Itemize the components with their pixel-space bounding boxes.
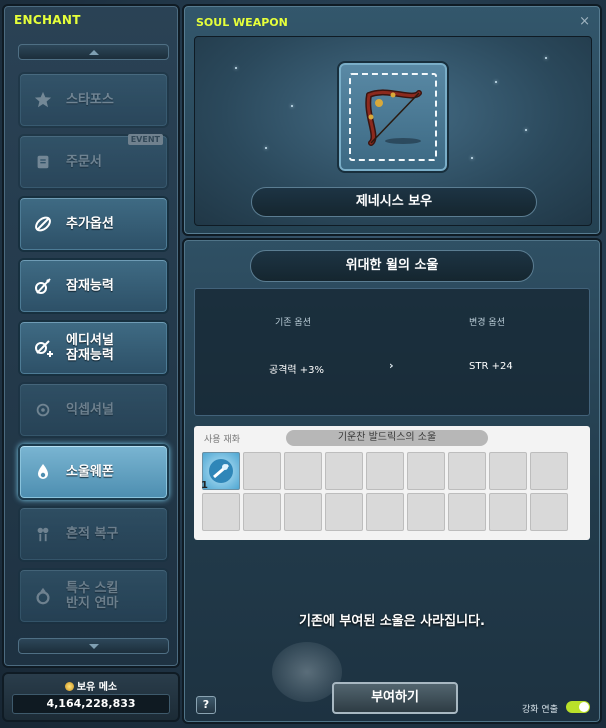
material-slot[interactable] <box>325 493 363 531</box>
soul-option-panel: 위대한 윌의 소울 기존 옵션 변경 옵션 공격력 +3% › STR +24 … <box>182 238 602 724</box>
restore-icon <box>32 523 54 545</box>
current-option-value: 공격력 +3% <box>269 365 325 376</box>
soul-icon <box>32 461 54 483</box>
enchant-sidebar: ENCHANT 스타포스 주문서 EVENT 추가옵션 잠재능력 에디셔널 잠재… <box>2 4 180 668</box>
menu-item-soul-weapon[interactable]: 소울웨폰 <box>18 444 169 500</box>
material-count: 1 <box>201 480 208 491</box>
material-slot[interactable] <box>284 452 322 490</box>
arrow-right-icon: › <box>389 359 394 372</box>
menu-label-additional-options: 추가옵션 <box>66 216 114 232</box>
soul-name: 위대한 윌의 소울 <box>250 250 534 282</box>
menu-item-scroll[interactable]: 주문서 EVENT <box>18 134 169 190</box>
flame-icon <box>32 213 54 235</box>
menu-label-potential: 잠재능력 <box>66 278 114 294</box>
event-badge: EVENT <box>127 134 163 145</box>
material-slot[interactable] <box>448 452 486 490</box>
new-option-value: STR +24 <box>469 361 513 372</box>
sparkle <box>525 129 527 131</box>
chevron-up-icon <box>88 49 99 55</box>
material-slot[interactable] <box>325 452 363 490</box>
material-slot[interactable] <box>284 493 322 531</box>
material-label: 사용 재화 <box>204 435 240 445</box>
material-slot[interactable] <box>489 493 527 531</box>
current-option-header: 기존 옵션 <box>275 318 311 328</box>
option-compare-box: 기존 옵션 변경 옵션 공격력 +3% › STR +24 <box>194 288 590 416</box>
material-slot[interactable] <box>448 493 486 531</box>
effect-toggle-label: 강화 연출 <box>522 705 558 715</box>
material-slot[interactable] <box>489 452 527 490</box>
panel-title: SOUL WEAPON <box>196 16 288 29</box>
effect-toggle[interactable] <box>566 701 590 713</box>
weapon-display: 제네시스 보우 <box>194 36 592 226</box>
meso-panel: 보유 메소 4,164,228,833 <box>2 672 180 722</box>
bow-icon <box>365 89 422 146</box>
weapon-name: 제네시스 보우 <box>251 187 537 217</box>
menu-item-additional-potential[interactable]: 에디셔널 잠재능력 <box>18 320 169 376</box>
material-slot-filled[interactable]: 1 <box>201 452 240 491</box>
material-box: 사용 재화 기운찬 발드릭스의 소울 1 <box>194 426 590 540</box>
help-button[interactable]: ? <box>196 696 216 714</box>
warning-text: 기존에 부여된 소울은 사라집니다. <box>299 614 485 629</box>
soul-item-icon <box>209 459 233 483</box>
new-option-header: 변경 옵션 <box>469 318 505 328</box>
soul-weapon-panel: SOUL WEAPON × 제네시스 보우 <box>182 4 602 236</box>
sparkle <box>471 157 473 159</box>
menu-item-starforce[interactable]: 스타포스 <box>18 72 169 128</box>
chevron-down-icon <box>88 643 99 649</box>
material-slot[interactable] <box>407 452 445 490</box>
toggle-knob <box>579 702 589 712</box>
sparkle <box>545 57 547 59</box>
meso-value: 4,164,228,833 <box>12 694 170 714</box>
sparkle <box>235 67 237 69</box>
menu-item-additional-options[interactable]: 추가옵션 <box>18 196 169 252</box>
menu-label-special-ring: 특수 스킬 반지 연마 <box>66 581 119 611</box>
scroll-icon <box>32 151 54 173</box>
additional-potential-icon <box>32 337 54 359</box>
star-icon <box>32 89 54 111</box>
weapon-slot[interactable] <box>337 61 449 173</box>
material-slot[interactable] <box>530 452 568 490</box>
material-slot[interactable] <box>530 493 568 531</box>
exceptional-icon <box>32 399 54 421</box>
scroll-up-button[interactable] <box>18 44 169 60</box>
menu-label-exceptional: 익셉셔널 <box>66 402 114 418</box>
menu-label-trace-restore: 흔적 복구 <box>66 526 119 542</box>
material-slot[interactable] <box>243 493 281 531</box>
material-slot[interactable] <box>366 452 404 490</box>
ring-icon <box>32 585 54 607</box>
close-button[interactable]: × <box>579 14 590 29</box>
apply-button[interactable]: 부여하기 <box>332 682 458 714</box>
meso-label-row: 보유 메소 <box>4 678 178 693</box>
enchant-window: ENCHANT 스타포스 주문서 EVENT 추가옵션 잠재능력 에디셔널 잠재… <box>0 0 606 728</box>
material-slot[interactable] <box>366 493 404 531</box>
material-slot[interactable] <box>407 493 445 531</box>
sparkle <box>291 105 293 107</box>
menu-label-scroll: 주문서 <box>66 154 102 170</box>
menu-label-additional-potential: 에디셔널 잠재능력 <box>66 333 114 363</box>
menu-item-special-ring[interactable]: 특수 스킬 반지 연마 <box>18 568 169 624</box>
menu-item-potential[interactable]: 잠재능력 <box>18 258 169 314</box>
sparkle <box>265 147 267 149</box>
material-slot[interactable] <box>243 452 281 490</box>
sparkle <box>495 81 497 83</box>
potential-icon <box>32 275 54 297</box>
menu-label-starforce: 스타포스 <box>66 92 114 108</box>
material-name: 기운찬 발드릭스의 소울 <box>286 430 488 446</box>
meso-label: 보유 메소 <box>76 682 118 693</box>
material-slot[interactable] <box>202 493 240 531</box>
menu-label-soul-weapon: 소울웨폰 <box>66 464 114 480</box>
menu-item-trace-restore[interactable]: 흔적 복구 <box>18 506 169 562</box>
menu-item-exceptional[interactable]: 익셉셔널 <box>18 382 169 438</box>
coin-icon <box>64 682 74 691</box>
sidebar-title: ENCHANT <box>14 13 81 27</box>
scroll-down-button[interactable] <box>18 638 169 654</box>
